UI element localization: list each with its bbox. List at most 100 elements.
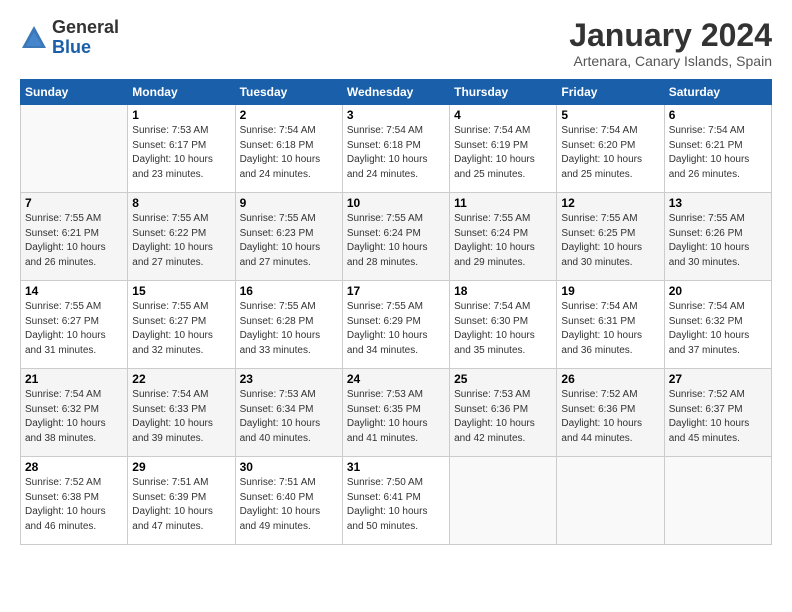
day-info: Sunrise: 7:54 AM Sunset: 6:18 PM Dayligh… bbox=[240, 124, 338, 182]
weekday-header-monday: Monday bbox=[128, 80, 235, 105]
day-number: 20 bbox=[669, 284, 767, 298]
day-info: Sunrise: 7:55 AM Sunset: 6:21 PM Dayligh… bbox=[25, 212, 123, 270]
calendar-cell: 1Sunrise: 7:53 AM Sunset: 6:17 PM Daylig… bbox=[128, 105, 235, 193]
weekday-header-saturday: Saturday bbox=[664, 80, 771, 105]
calendar-cell: 20 Sunrise: 7:54 AM Sunset: 6:32 PM Dayli… bbox=[664, 281, 771, 369]
weekday-header-thursday: Thursday bbox=[450, 80, 557, 105]
day-info: Sunrise: 7:54 AM Sunset: 6:32 PM Dayligh… bbox=[25, 388, 123, 446]
weekday-header-tuesday: Tuesday bbox=[235, 80, 342, 105]
calendar-cell: 9 Sunrise: 7:55 AM Sunset: 6:23 PM Daylig… bbox=[235, 193, 342, 281]
logo-icon bbox=[20, 24, 48, 52]
day-info: Sunrise: 7:51 AM Sunset: 6:39 PM Dayligh… bbox=[132, 476, 230, 534]
day-number: 10 bbox=[347, 196, 445, 210]
day-info: Sunrise: 7:55 AM Sunset: 6:25 PM Dayligh… bbox=[561, 212, 659, 270]
calendar-cell: 7 Sunrise: 7:55 AM Sunset: 6:21 PM Daylig… bbox=[21, 193, 128, 281]
week-row-4: 21Sunrise: 7:54 AM Sunset: 6:32 PM Dayli… bbox=[21, 369, 772, 457]
calendar-title: January 2024 bbox=[569, 18, 772, 53]
title-block: January 2024 Artenara, Canary Islands, S… bbox=[569, 18, 772, 69]
day-number: 18 bbox=[454, 284, 552, 298]
day-number: 3 bbox=[347, 108, 445, 122]
calendar-cell: 29 Sunrise: 7:51 AM Sunset: 6:39 PM Dayli… bbox=[128, 457, 235, 545]
logo: General Blue bbox=[20, 18, 119, 58]
day-number: 8 bbox=[132, 196, 230, 210]
day-info: Sunrise: 7:52 AM Sunset: 6:38 PM Dayligh… bbox=[25, 476, 123, 534]
calendar-cell: 12 Sunrise: 7:55 AM Sunset: 6:25 PM Dayli… bbox=[557, 193, 664, 281]
calendar-cell: 17Sunrise: 7:55 AM Sunset: 6:29 PM Dayli… bbox=[342, 281, 449, 369]
calendar-cell: 18 Sunrise: 7:54 AM Sunset: 6:30 PM Dayli… bbox=[450, 281, 557, 369]
logo-general: General bbox=[52, 17, 119, 37]
day-number: 9 bbox=[240, 196, 338, 210]
day-info: Sunrise: 7:54 AM Sunset: 6:31 PM Dayligh… bbox=[561, 300, 659, 358]
calendar-page: General Blue January 2024 Artenara, Cana… bbox=[0, 0, 792, 612]
day-number: 30 bbox=[240, 460, 338, 474]
day-info: Sunrise: 7:55 AM Sunset: 6:27 PM Dayligh… bbox=[25, 300, 123, 358]
day-number: 22 bbox=[132, 372, 230, 386]
calendar-subtitle: Artenara, Canary Islands, Spain bbox=[569, 53, 772, 69]
day-number: 11 bbox=[454, 196, 552, 210]
calendar-cell bbox=[557, 457, 664, 545]
day-number: 13 bbox=[669, 196, 767, 210]
calendar-cell: 25Sunrise: 7:53 AM Sunset: 6:36 PM Dayli… bbox=[450, 369, 557, 457]
day-info: Sunrise: 7:54 AM Sunset: 6:32 PM Dayligh… bbox=[669, 300, 767, 358]
calendar-cell bbox=[21, 105, 128, 193]
day-info: Sunrise: 7:54 AM Sunset: 6:20 PM Dayligh… bbox=[561, 124, 659, 182]
day-number: 4 bbox=[454, 108, 552, 122]
calendar-cell: 13 Sunrise: 7:55 AM Sunset: 6:26 PM Dayli… bbox=[664, 193, 771, 281]
calendar-cell: 8 Sunrise: 7:55 AM Sunset: 6:22 PM Daylig… bbox=[128, 193, 235, 281]
day-info: Sunrise: 7:55 AM Sunset: 6:26 PM Dayligh… bbox=[669, 212, 767, 270]
day-number: 27 bbox=[669, 372, 767, 386]
day-number: 17 bbox=[347, 284, 445, 298]
calendar-cell: 6Sunrise: 7:54 AM Sunset: 6:21 PM Daylig… bbox=[664, 105, 771, 193]
day-number: 1 bbox=[132, 108, 230, 122]
week-row-2: 7 Sunrise: 7:55 AM Sunset: 6:21 PM Daylig… bbox=[21, 193, 772, 281]
day-info: Sunrise: 7:51 AM Sunset: 6:40 PM Dayligh… bbox=[240, 476, 338, 534]
day-number: 25 bbox=[454, 372, 552, 386]
week-row-3: 14 Sunrise: 7:55 AM Sunset: 6:27 PM Dayli… bbox=[21, 281, 772, 369]
calendar-cell bbox=[450, 457, 557, 545]
weekday-header-friday: Friday bbox=[557, 80, 664, 105]
week-row-1: 1Sunrise: 7:53 AM Sunset: 6:17 PM Daylig… bbox=[21, 105, 772, 193]
day-number: 29 bbox=[132, 460, 230, 474]
calendar-cell: 31Sunrise: 7:50 AM Sunset: 6:41 PM Dayli… bbox=[342, 457, 449, 545]
day-number: 28 bbox=[25, 460, 123, 474]
day-info: Sunrise: 7:55 AM Sunset: 6:22 PM Dayligh… bbox=[132, 212, 230, 270]
day-number: 14 bbox=[25, 284, 123, 298]
day-info: Sunrise: 7:53 AM Sunset: 6:35 PM Dayligh… bbox=[347, 388, 445, 446]
day-number: 12 bbox=[561, 196, 659, 210]
day-info: Sunrise: 7:54 AM Sunset: 6:21 PM Dayligh… bbox=[669, 124, 767, 182]
day-info: Sunrise: 7:55 AM Sunset: 6:27 PM Dayligh… bbox=[132, 300, 230, 358]
calendar-cell: 14 Sunrise: 7:55 AM Sunset: 6:27 PM Dayli… bbox=[21, 281, 128, 369]
day-number: 19 bbox=[561, 284, 659, 298]
day-info: Sunrise: 7:55 AM Sunset: 6:24 PM Dayligh… bbox=[347, 212, 445, 270]
calendar-cell: 5Sunrise: 7:54 AM Sunset: 6:20 PM Daylig… bbox=[557, 105, 664, 193]
day-number: 2 bbox=[240, 108, 338, 122]
calendar-cell: 10 Sunrise: 7:55 AM Sunset: 6:24 PM Dayli… bbox=[342, 193, 449, 281]
calendar-cell: 15 Sunrise: 7:55 AM Sunset: 6:27 PM Dayli… bbox=[128, 281, 235, 369]
day-number: 24 bbox=[347, 372, 445, 386]
day-info: Sunrise: 7:54 AM Sunset: 6:30 PM Dayligh… bbox=[454, 300, 552, 358]
day-number: 15 bbox=[132, 284, 230, 298]
day-info: Sunrise: 7:55 AM Sunset: 6:28 PM Dayligh… bbox=[240, 300, 338, 358]
day-info: Sunrise: 7:54 AM Sunset: 6:18 PM Dayligh… bbox=[347, 124, 445, 182]
calendar-cell: 22Sunrise: 7:54 AM Sunset: 6:33 PM Dayli… bbox=[128, 369, 235, 457]
calendar-table: SundayMondayTuesdayWednesdayThursdayFrid… bbox=[20, 79, 772, 545]
day-number: 23 bbox=[240, 372, 338, 386]
day-number: 26 bbox=[561, 372, 659, 386]
calendar-header: General Blue January 2024 Artenara, Cana… bbox=[20, 18, 772, 69]
calendar-cell: 27 Sunrise: 7:52 AM Sunset: 6:37 PM Dayli… bbox=[664, 369, 771, 457]
calendar-cell: 3 Sunrise: 7:54 AM Sunset: 6:18 PM Daylig… bbox=[342, 105, 449, 193]
day-info: Sunrise: 7:50 AM Sunset: 6:41 PM Dayligh… bbox=[347, 476, 445, 534]
day-number: 7 bbox=[25, 196, 123, 210]
calendar-cell: 16 Sunrise: 7:55 AM Sunset: 6:28 PM Dayli… bbox=[235, 281, 342, 369]
day-number: 16 bbox=[240, 284, 338, 298]
calendar-cell bbox=[664, 457, 771, 545]
calendar-cell: 19 Sunrise: 7:54 AM Sunset: 6:31 PM Dayli… bbox=[557, 281, 664, 369]
weekday-header-wednesday: Wednesday bbox=[342, 80, 449, 105]
day-info: Sunrise: 7:53 AM Sunset: 6:34 PM Dayligh… bbox=[240, 388, 338, 446]
day-info: Sunrise: 7:55 AM Sunset: 6:23 PM Dayligh… bbox=[240, 212, 338, 270]
day-info: Sunrise: 7:52 AM Sunset: 6:37 PM Dayligh… bbox=[669, 388, 767, 446]
calendar-cell: 23 Sunrise: 7:53 AM Sunset: 6:34 PM Dayli… bbox=[235, 369, 342, 457]
calendar-cell: 28 Sunrise: 7:52 AM Sunset: 6:38 PM Dayli… bbox=[21, 457, 128, 545]
calendar-cell: 30 Sunrise: 7:51 AM Sunset: 6:40 PM Dayli… bbox=[235, 457, 342, 545]
day-info: Sunrise: 7:55 AM Sunset: 6:24 PM Dayligh… bbox=[454, 212, 552, 270]
